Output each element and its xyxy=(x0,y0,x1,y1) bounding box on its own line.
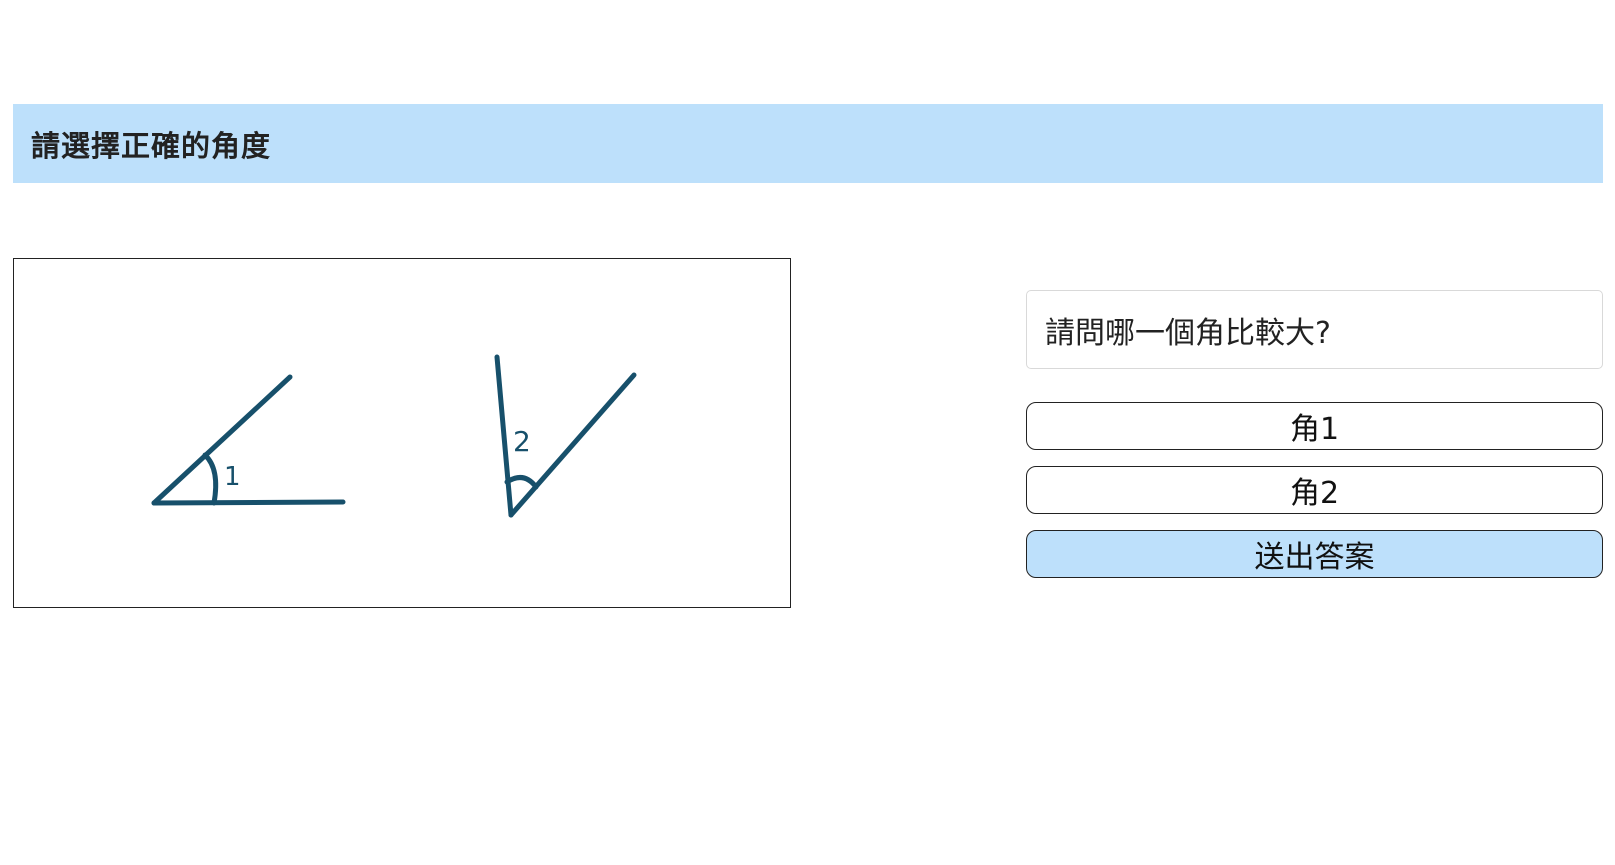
angle-2-label: 2 xyxy=(513,425,531,458)
angle-1-arc xyxy=(202,452,219,506)
angle-figure: 1 2 xyxy=(13,258,791,608)
angle-1-label: 1 xyxy=(224,462,241,492)
angle-2-ray-left xyxy=(494,354,514,518)
page-title: 請選擇正確的角度 xyxy=(31,128,272,163)
option-angle-2-button[interactable]: 角2 xyxy=(1026,466,1603,514)
angle-2-arc xyxy=(504,475,539,490)
angle-1-ray-base xyxy=(151,499,346,506)
angle-drawing: 1 2 xyxy=(151,354,637,518)
submit-answer-button[interactable]: 送出答案 xyxy=(1026,530,1603,578)
question-text: 請問哪一個角比較大? xyxy=(1045,315,1331,351)
option-angle-1-button[interactable]: 角1 xyxy=(1026,402,1603,450)
question-box: 請問哪一個角比較大? xyxy=(1026,290,1603,369)
angle-1-ray-upper xyxy=(151,374,293,506)
header-bar: 請選擇正確的角度 xyxy=(13,104,1603,183)
